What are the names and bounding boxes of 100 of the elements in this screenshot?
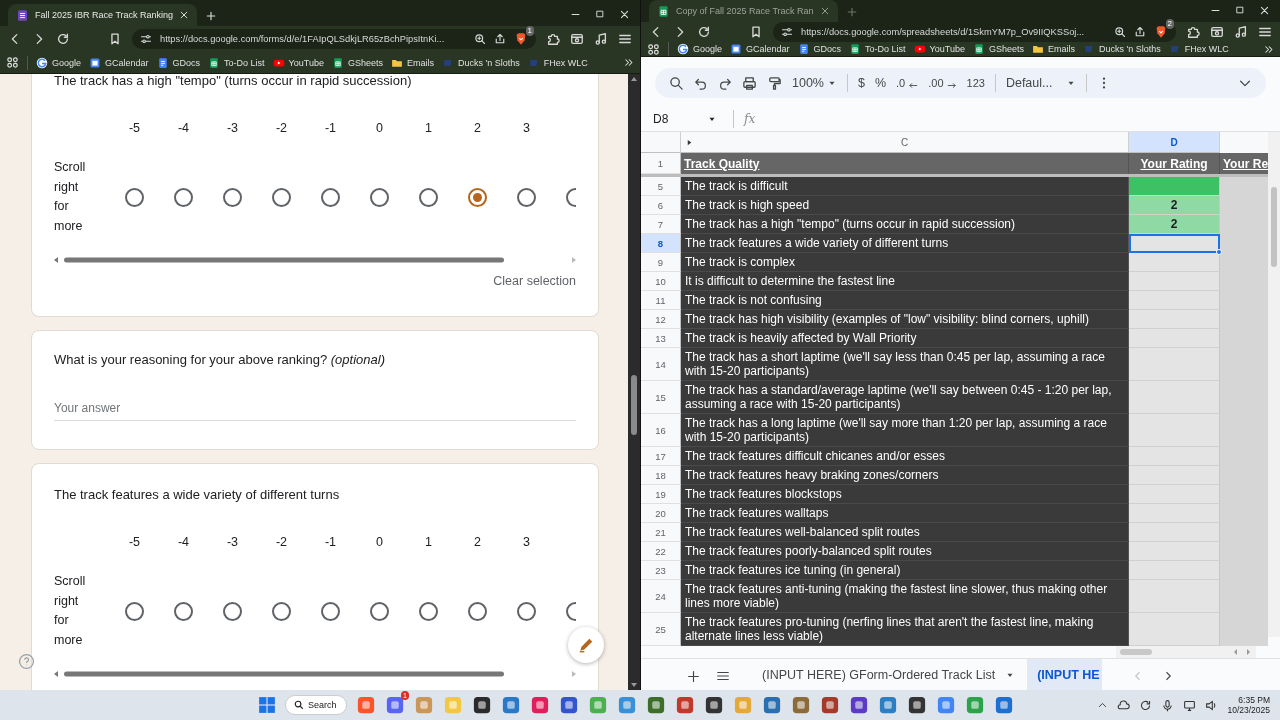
bookmark-link[interactable]: Emails — [1032, 43, 1075, 55]
radio-button[interactable] — [419, 601, 438, 621]
redo-icon[interactable] — [718, 76, 732, 90]
row-number[interactable]: 6 — [641, 196, 681, 215]
help-icon[interactable] — [18, 653, 35, 670]
bookmark-link[interactable]: GSheets — [972, 43, 1024, 55]
puzzle-icon[interactable] — [546, 32, 560, 46]
table-cell[interactable] — [1129, 504, 1220, 523]
bookmark-link[interactable]: FHex WLC — [527, 56, 588, 69]
column-header[interactable]: D — [1129, 132, 1220, 153]
row-number[interactable]: 7 — [641, 215, 681, 234]
answer-field[interactable]: Your answer — [54, 401, 576, 421]
shield-icon[interactable] — [514, 32, 528, 46]
bookmark-link[interactable]: To-Do List — [849, 43, 906, 55]
address-bar[interactable]: https://docs.google.com/forms/d/e/1FAIpQLSdkjLR65zBchPipsItnKi... 1 — [132, 29, 536, 49]
table-cell[interactable] — [1129, 542, 1220, 561]
radio-button[interactable] — [174, 601, 193, 621]
maximize-icon[interactable] — [595, 9, 605, 19]
bookmark-link[interactable]: Google — [677, 43, 723, 55]
app-icon[interactable] — [907, 695, 927, 715]
table-cell[interactable] — [1129, 348, 1220, 381]
reader-icon[interactable] — [1210, 25, 1224, 39]
table-cell[interactable] — [1129, 381, 1220, 414]
table-cell[interactable] — [1129, 177, 1220, 196]
chevron-icon[interactable] — [1263, 43, 1274, 55]
bookmark-link[interactable]: GDocs — [797, 43, 842, 55]
sheet-list-icon[interactable] — [716, 669, 730, 683]
zoom-icon[interactable] — [1114, 26, 1126, 38]
row-number[interactable]: 1 — [641, 153, 681, 174]
network-icon[interactable] — [1183, 698, 1197, 712]
close-icon[interactable] — [179, 10, 190, 20]
horizontal-scrollbar[interactable] — [1116, 646, 1256, 658]
bookmark-link[interactable]: YouTube — [913, 43, 965, 55]
site-settings-icon[interactable] — [140, 33, 152, 45]
radio-button[interactable] — [370, 187, 389, 207]
row-number[interactable]: 25 — [641, 613, 681, 646]
close-icon[interactable] — [1259, 5, 1270, 16]
reader-icon[interactable] — [570, 32, 584, 46]
address-bar[interactable]: https://docs.google.com/spreadsheets/d/1SkmYM7p_Ov9IIQKSSoj... 2 — [773, 22, 1176, 42]
row-number[interactable]: 9 — [641, 253, 681, 272]
table-cell[interactable] — [1129, 613, 1220, 646]
radio-button[interactable] — [517, 187, 536, 207]
expand-icon[interactable] — [686, 139, 693, 146]
radio-button[interactable] — [125, 187, 144, 207]
row-number[interactable]: 14 — [641, 348, 681, 381]
table-cell[interactable] — [1129, 414, 1220, 447]
app-icon[interactable] — [559, 695, 579, 715]
table-cell[interactable] — [1129, 329, 1220, 348]
number-format-button[interactable]: 123 — [966, 77, 985, 89]
bookmark-link[interactable]: FHex WLC — [1168, 43, 1229, 55]
url-text[interactable]: https://docs.google.com/forms/d/e/1FAIpQLSdkjLR65zBchPipsItnKi... — [160, 34, 466, 44]
row-number[interactable]: 16 — [641, 414, 681, 447]
table-cell[interactable] — [1129, 466, 1220, 485]
bookmark-link[interactable]: Emails — [391, 56, 434, 69]
close-icon[interactable] — [619, 9, 630, 20]
table-cell[interactable] — [1129, 272, 1220, 291]
shield-icon[interactable] — [1154, 25, 1168, 39]
table-cell[interactable] — [1129, 291, 1220, 310]
vertical-scrollbar[interactable] — [628, 74, 640, 690]
search-icon[interactable] — [669, 75, 684, 91]
row-number[interactable]: 12 — [641, 310, 681, 329]
bookmark-link[interactable]: Google — [36, 56, 82, 69]
menu-icon[interactable] — [618, 32, 632, 46]
row-number[interactable]: 22 — [641, 542, 681, 561]
close-icon[interactable] — [819, 6, 830, 16]
table-cell[interactable]: 2 — [1129, 215, 1220, 234]
maximize-icon[interactable] — [1235, 5, 1245, 15]
currency-button[interactable]: $ — [858, 76, 865, 90]
row-number[interactable]: 24 — [641, 580, 681, 613]
increase-decimals-button[interactable]: .00 — [928, 77, 957, 89]
table-cell[interactable] — [1129, 234, 1220, 253]
undo-icon[interactable] — [694, 76, 708, 90]
bookmark-link[interactable]: GDocs — [156, 56, 201, 69]
clear-selection-button[interactable]: Clear selection — [493, 274, 576, 288]
cloud-icon[interactable] — [1117, 698, 1131, 712]
radio-button[interactable] — [468, 187, 487, 207]
site-settings-icon[interactable] — [781, 26, 793, 38]
radio-button[interactable] — [125, 601, 144, 621]
app-icon[interactable] — [849, 695, 869, 715]
print-icon[interactable] — [742, 75, 757, 91]
radio-button[interactable] — [174, 187, 193, 207]
radio-button[interactable] — [370, 601, 389, 621]
zoom-icon[interactable] — [474, 33, 486, 45]
name-box[interactable]: D8 — [653, 111, 723, 126]
radio-button[interactable] — [468, 601, 487, 621]
clock[interactable]: 6:35 PM 10/23/2025 — [1227, 695, 1270, 715]
vertical-scrollbar[interactable] — [1268, 132, 1280, 637]
zoom-dropdown[interactable]: 100% — [792, 76, 837, 90]
start-icon[interactable] — [258, 696, 276, 714]
reload-icon[interactable] — [56, 32, 70, 46]
table-cell[interactable] — [1129, 253, 1220, 272]
radio-button[interactable] — [223, 601, 242, 621]
column-header[interactable]: C — [900, 136, 909, 148]
row-number[interactable]: 17 — [641, 447, 681, 466]
radio-button[interactable] — [419, 187, 438, 207]
table-cell[interactable] — [1129, 523, 1220, 542]
bookmark-link[interactable]: To-Do List — [208, 56, 265, 69]
browser-tab[interactable]: Fall 2025 IBR Race Track Ranking — [8, 4, 198, 26]
row-number[interactable]: 10 — [641, 272, 681, 291]
table-cell[interactable] — [1129, 580, 1220, 613]
